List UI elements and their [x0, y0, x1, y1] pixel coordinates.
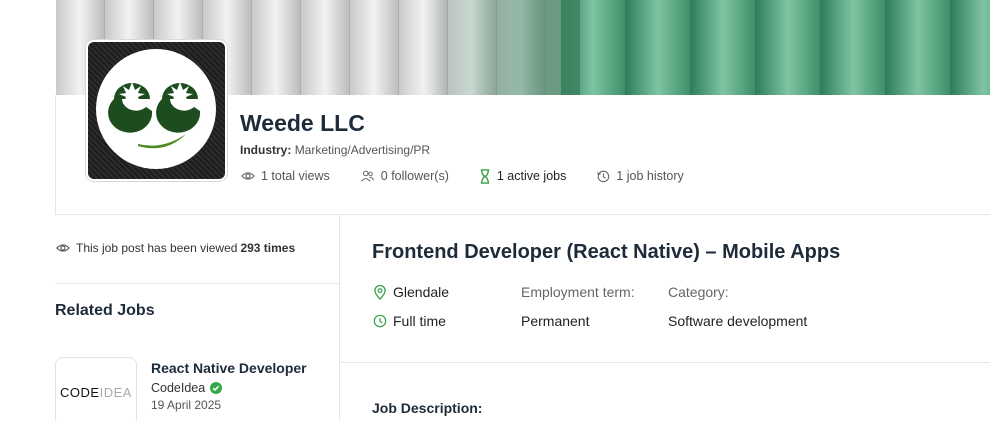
- related-job-logo[interactable]: CODE IDEA: [55, 357, 137, 421]
- related-job-meta: [151, 414, 161, 421]
- job-description-title: Job Description:: [372, 400, 483, 416]
- job-title: Frontend Developer (React Native) – Mobi…: [372, 241, 841, 263]
- industry-label: Industry:: [240, 143, 292, 157]
- company-industry: Industry: Marketing/Advertising/PR: [240, 143, 430, 157]
- job-section-divider: [340, 362, 990, 363]
- stat-views: 1 total views: [241, 169, 330, 183]
- stat-views-text: 1 total views: [261, 169, 330, 183]
- clock-icon: [373, 314, 387, 328]
- related-logo-thin: IDEA: [99, 384, 132, 400]
- location-pin-icon: [374, 284, 386, 300]
- related-logo-bold: CODE: [60, 384, 100, 400]
- related-job-company: CodeIdea: [151, 381, 223, 395]
- related-job-title[interactable]: React Native Developer: [151, 360, 307, 376]
- related-job-date: 19 April 2025: [151, 398, 222, 412]
- employment-term-label: Employment term:: [521, 284, 635, 300]
- company-logo: [86, 40, 227, 181]
- eye-icon: [56, 244, 70, 252]
- job-schedule: Full time: [373, 313, 446, 329]
- category-label: Category:: [668, 284, 729, 300]
- industry-value: Marketing/Advertising/PR: [294, 143, 431, 157]
- job-location: Glendale: [373, 284, 449, 300]
- stat-followers: 0 follower(s): [360, 169, 449, 183]
- job-views-note: This job post has been viewed 293 times: [56, 241, 295, 255]
- company-name: Weede LLC: [240, 110, 365, 136]
- related-job-company-name: CodeIdea: [151, 381, 206, 395]
- stat-job-history-text: 1 job history: [616, 169, 684, 183]
- stat-active-jobs-text: 1 active jobs: [496, 169, 567, 183]
- sidebar-divider: [55, 283, 340, 284]
- weede-smiley-logo-icon: [96, 49, 216, 169]
- company-stats: 1 total views 0 follower(s) 1 active job…: [241, 167, 714, 185]
- users-icon: [360, 170, 374, 182]
- stat-job-history[interactable]: 1 job history: [596, 169, 684, 183]
- history-clock-icon: [597, 170, 610, 183]
- verified-check-icon: [210, 382, 223, 394]
- hourglass-icon: [480, 168, 490, 184]
- eye-icon: [241, 172, 255, 180]
- job-location-text: Glendale: [393, 284, 450, 300]
- job-schedule-text: Full time: [393, 313, 446, 329]
- stat-followers-text: 0 follower(s): [380, 169, 449, 183]
- related-jobs-title: Related Jobs: [55, 302, 155, 319]
- employment-term-value: Permanent: [521, 313, 590, 329]
- views-note-prefix: This job post has been viewed: [76, 241, 238, 255]
- banner-gradient: [430, 0, 580, 95]
- views-note-count: 293 times: [240, 241, 296, 255]
- category-value: Software development: [668, 313, 808, 329]
- stat-active-jobs[interactable]: 1 active jobs: [479, 168, 567, 184]
